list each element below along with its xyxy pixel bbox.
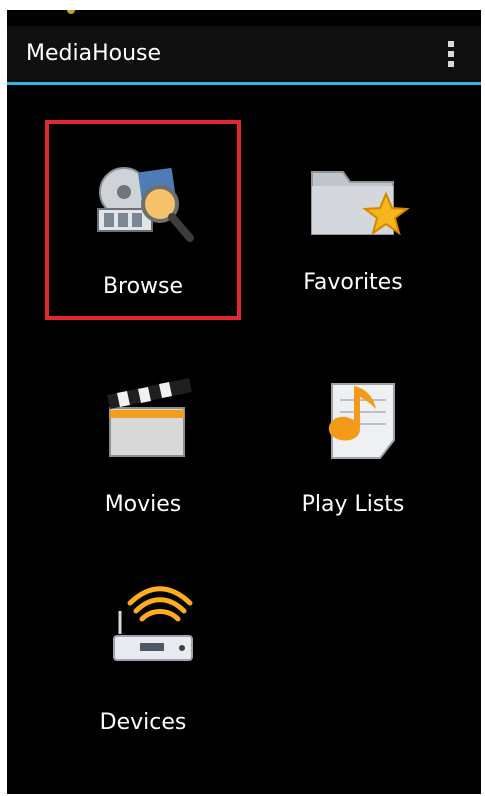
overflow-menu-icon[interactable] — [441, 36, 461, 72]
movies-label: Movies — [104, 492, 182, 517]
movies-button[interactable]: Movies — [45, 338, 241, 538]
clapperboard-icon — [107, 378, 192, 457]
app-title: MediaHouse — [26, 41, 162, 66]
browse-button[interactable]: Browse — [45, 120, 241, 320]
favorites-button[interactable]: Favorites — [255, 120, 451, 320]
favorites-label: Favorites — [303, 270, 403, 295]
action-bar: MediaHouse — [7, 26, 481, 82]
wifi-router-icon — [113, 586, 193, 661]
favorites-folder-icon — [311, 171, 410, 236]
action-bar-divider — [7, 82, 481, 85]
play-lists-label: Play Lists — [301, 492, 405, 517]
music-note-icon — [328, 380, 395, 459]
devices-button[interactable]: Devices — [45, 556, 241, 756]
status-indicator-icon — [67, 10, 75, 14]
devices-label: Devices — [99, 710, 187, 735]
status-bar — [7, 10, 481, 26]
app-screen: MediaHouse Browse Favorites Movies Play … — [7, 10, 481, 794]
play-lists-button[interactable]: Play Lists — [255, 338, 451, 538]
browse-label: Browse — [102, 274, 184, 299]
browse-media-icon — [97, 167, 194, 242]
